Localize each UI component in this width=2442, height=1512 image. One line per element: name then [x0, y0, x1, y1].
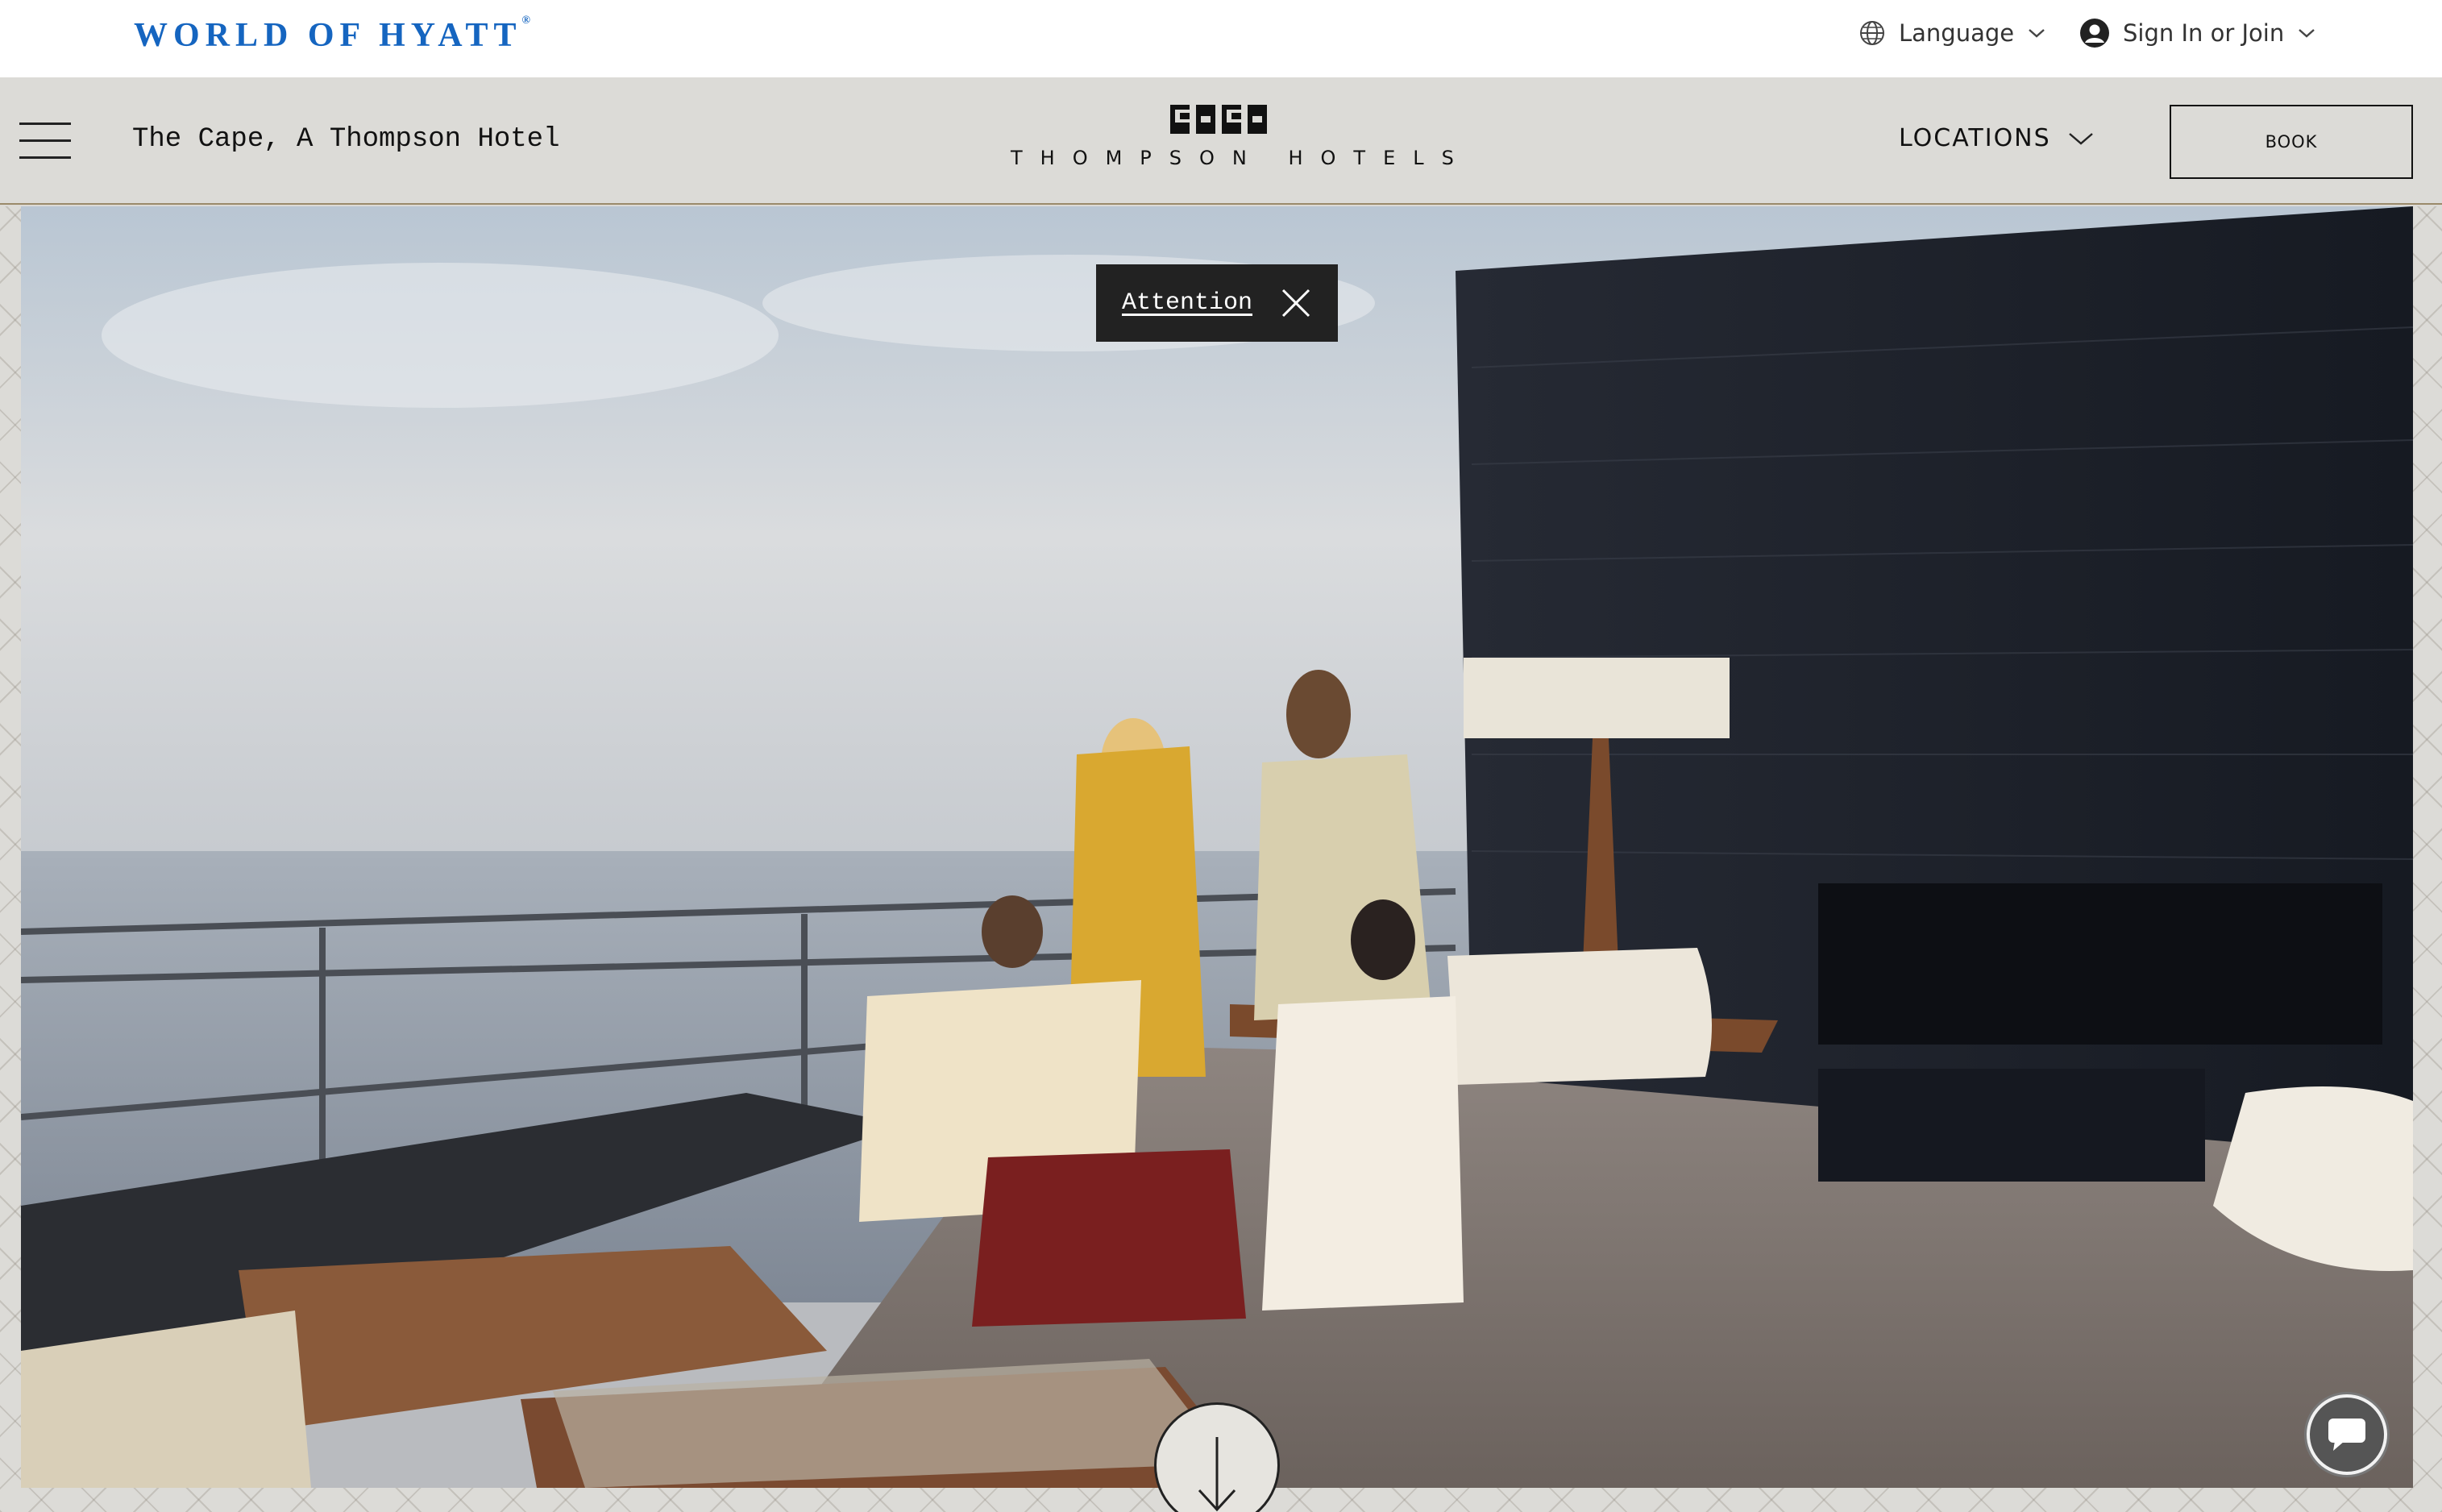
chat-button[interactable] — [2307, 1394, 2387, 1475]
main-navigation: The Cape, A Thompson Hotel THOMPSON HOTE… — [0, 77, 2442, 205]
chevron-down-icon — [2029, 29, 2045, 38]
registered-mark: ® — [521, 15, 530, 27]
utility-bar: WORLD OF HYATT® Language Sign In or Join — [0, 0, 2442, 77]
thompson-hotels-wordmark: THOMPSON HOTELS — [1011, 147, 1472, 169]
world-of-hyatt-logo[interactable]: WORLD OF HYATT® — [134, 15, 530, 55]
arrow-down-icon — [1198, 1437, 1236, 1512]
hero-image: Attention — [21, 206, 2413, 1488]
hero-photo — [21, 206, 2413, 1488]
thompson-monogram-icon — [1170, 105, 1267, 134]
sign-in-label: Sign In or Join — [2123, 19, 2285, 47]
language-selector[interactable]: Language — [1858, 15, 2046, 52]
user-circle-icon — [2080, 19, 2109, 48]
hamburger-menu-icon[interactable] — [19, 123, 71, 160]
locations-dropdown[interactable]: LOCATIONS — [1899, 124, 2095, 152]
book-button[interactable]: BOOK — [2170, 105, 2413, 179]
thompson-hotels-logo[interactable]: THOMPSON HOTELS — [993, 105, 1472, 179]
attention-alert[interactable]: Attention — [1096, 264, 1338, 342]
locations-label: LOCATIONS — [1899, 124, 2051, 152]
close-icon[interactable] — [1280, 287, 1312, 319]
attention-alert-label: Attention — [1121, 289, 1253, 317]
chevron-down-icon — [2068, 132, 2093, 145]
sign-in-menu[interactable]: Sign In or Join — [2079, 15, 2316, 52]
hotel-name[interactable]: The Cape, A Thompson Hotel — [132, 124, 560, 155]
globe-icon — [1860, 21, 1884, 45]
chat-bubble-icon — [2328, 1419, 2365, 1451]
chevron-down-icon — [2299, 29, 2315, 38]
world-of-hyatt-logo-text: WORLD OF HYATT — [134, 17, 522, 54]
language-label: Language — [1899, 19, 2015, 47]
